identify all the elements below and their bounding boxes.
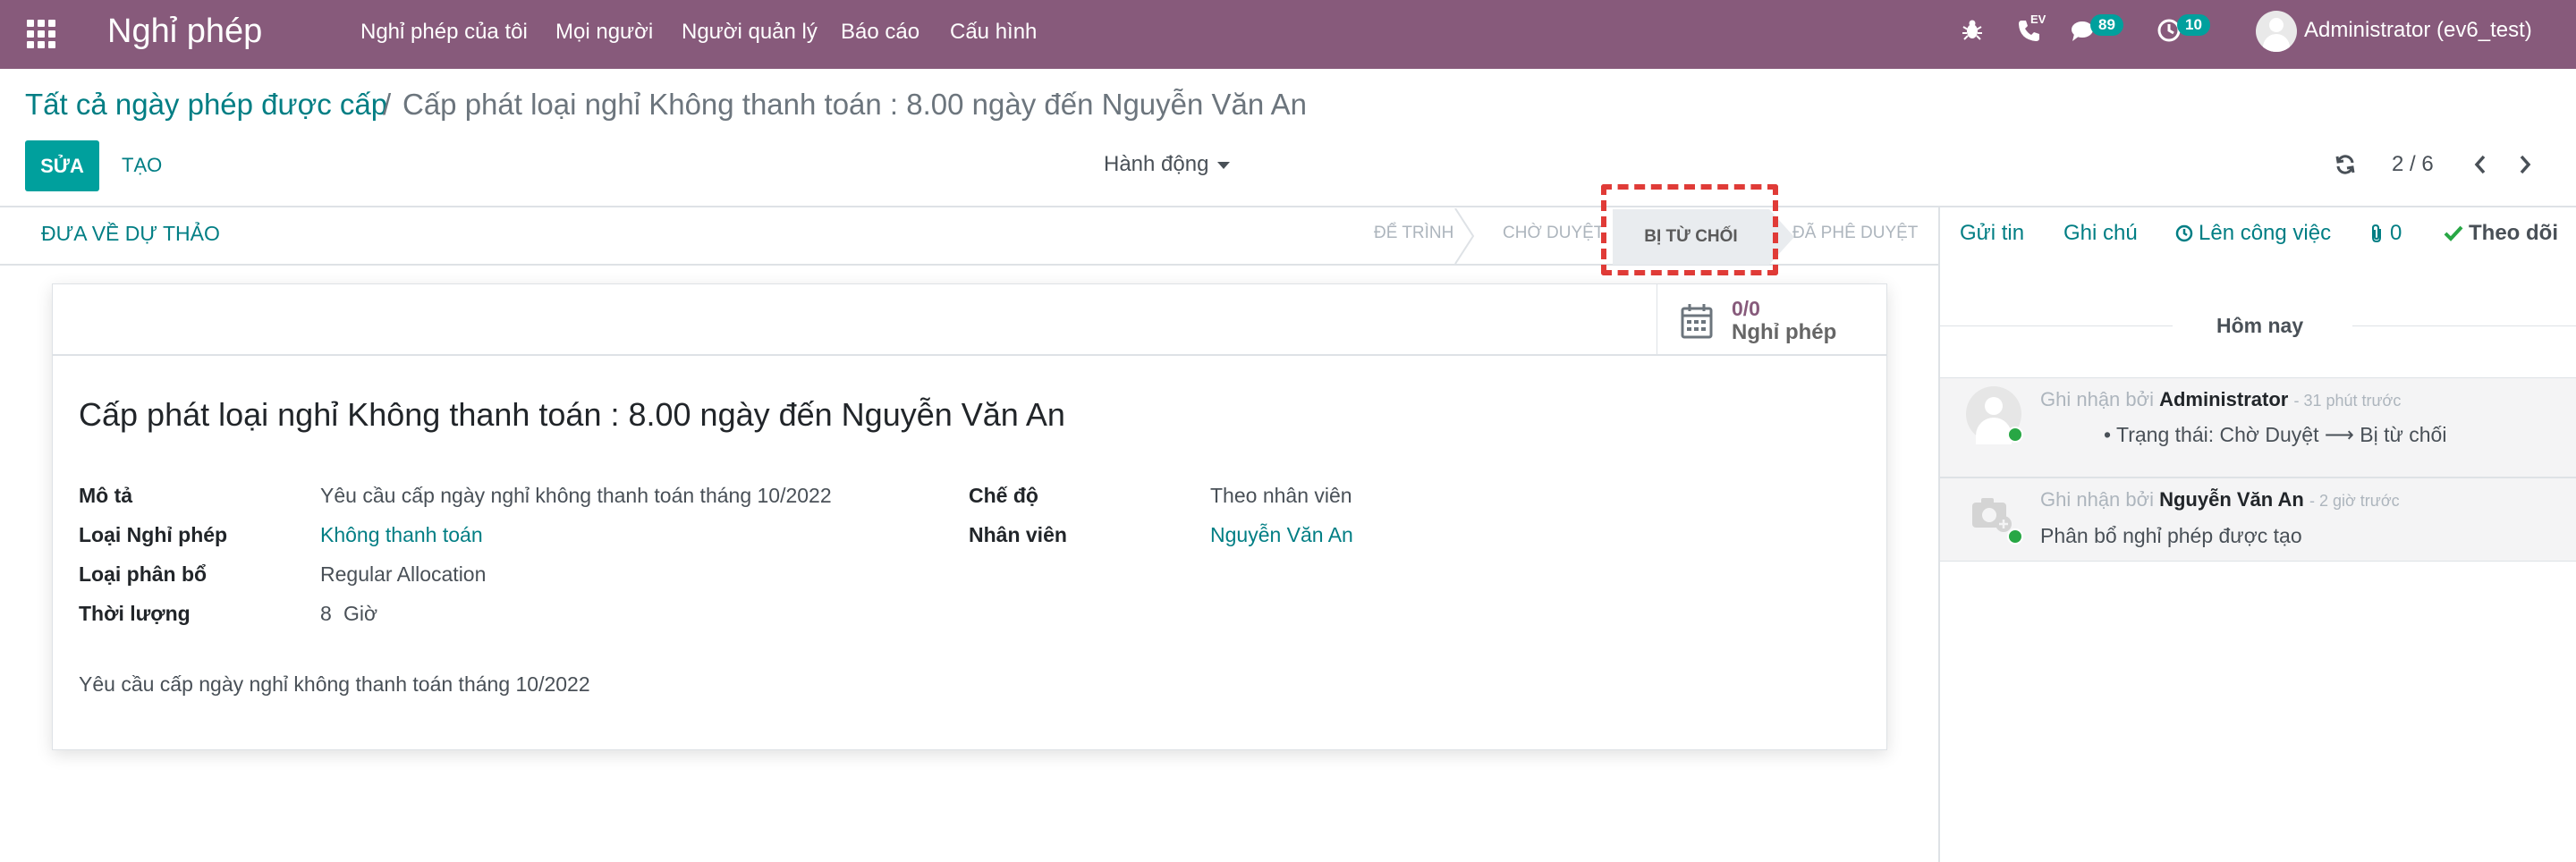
bug-icon[interactable] xyxy=(1962,18,1983,41)
check-icon xyxy=(2444,225,2463,241)
user-menu[interactable]: Administrator (ev6_test) xyxy=(2304,18,2532,43)
apps-grid-icon[interactable] xyxy=(27,20,55,48)
log-note-button[interactable]: Ghi chú xyxy=(2063,221,2138,246)
actions-label: Hành động xyxy=(1104,152,1209,176)
breadcrumb-current: Cấp phát loại nghỉ Không thanh toán : 8.… xyxy=(402,88,1307,121)
menu-managers[interactable]: Người quản lý xyxy=(682,20,818,45)
field-label-employee: Nhân viên xyxy=(969,523,1067,546)
attachments-count-button[interactable]: 0 xyxy=(2390,221,2402,246)
time-off-count: 0/0 xyxy=(1732,297,1760,320)
allocation-title: Cấp phát loại nghỉ Không thanh toán : 8.… xyxy=(79,396,1065,433)
time-off-label: Nghỉ phép xyxy=(1732,320,1837,344)
top-navbar: Nghỉ phép Nghỉ phép của tôi Mọi người Ng… xyxy=(0,0,2576,69)
activities-count-badge: 10 xyxy=(2177,14,2210,36)
messages-count-badge: 89 xyxy=(2090,14,2123,36)
phone-label: EV xyxy=(2030,13,2046,26)
calendar-icon xyxy=(1681,304,1713,339)
refresh-icon[interactable] xyxy=(2334,154,2356,175)
menu-reports[interactable]: Báo cáo xyxy=(841,20,919,45)
edit-button[interactable]: SỬA xyxy=(25,140,99,191)
date-separator-line-left xyxy=(1940,325,2173,326)
chevron-right-icon[interactable] xyxy=(2517,154,2533,175)
message-author[interactable]: Administrator xyxy=(2159,388,2288,410)
button-box xyxy=(53,284,1886,356)
field-label-allocation-type: Loại phân bổ xyxy=(79,562,208,586)
user-avatar[interactable] xyxy=(2256,11,2297,52)
message-meta: Ghi nhận bởi Administrator - 31 phút trư… xyxy=(2040,388,2402,410)
actions-dropdown[interactable]: Hành động xyxy=(1104,152,1231,177)
field-value-leave-type[interactable]: Không thanh toán xyxy=(320,523,483,547)
stage-separator xyxy=(1454,208,1475,264)
create-button[interactable]: TẠO xyxy=(122,154,162,177)
date-separator: Hôm nay xyxy=(2216,314,2304,337)
camera-icon xyxy=(1972,498,2012,532)
field-value-description: Yêu cầu cấp ngày nghỉ không thanh toán t… xyxy=(320,484,832,507)
menu-my-time-off[interactable]: Nghỉ phép của tôi xyxy=(360,20,528,45)
stage-approved[interactable]: ĐÃ PHÊ DUYỆT xyxy=(1792,224,1918,243)
message-author[interactable]: Nguyễn Văn An xyxy=(2159,488,2304,511)
tracking-value: • Trạng thái: Chờ Duyệt ⟶ Bị từ chối xyxy=(2104,423,2447,446)
field-label-mode: Chế độ xyxy=(969,484,1038,507)
caret-down-icon xyxy=(1217,161,1231,169)
pager-value[interactable]: 2 / 6 xyxy=(2392,152,2434,177)
follow-button[interactable]: Theo dõi xyxy=(2469,221,2558,246)
field-value-allocation-type: Regular Allocation xyxy=(320,562,487,586)
online-status-dot xyxy=(2007,427,2023,443)
app-title[interactable]: Nghỉ phép xyxy=(107,13,262,51)
menu-configuration[interactable]: Cấu hình xyxy=(950,20,1037,45)
date-separator-line-right xyxy=(2352,325,2576,326)
stage-to-submit[interactable]: ĐỂ TRÌNH xyxy=(1374,224,1453,243)
paperclip-icon xyxy=(2372,224,2381,243)
message-meta: Ghi nhận bởi Nguyễn Văn An - 2 giờ trước xyxy=(2040,488,2400,511)
field-value-employee[interactable]: Nguyễn Văn An xyxy=(1210,523,1353,547)
breadcrumb-parent[interactable]: Tất cả ngày phép được cấp xyxy=(25,88,387,122)
online-status-dot xyxy=(2007,528,2023,545)
send-message-button[interactable]: Gửi tin xyxy=(1960,221,2024,246)
chevron-left-icon[interactable] xyxy=(2472,154,2488,175)
schedule-activity-button[interactable]: Lên công việc xyxy=(2199,221,2331,246)
field-value-duration: 8 xyxy=(320,602,332,625)
annotation-highlight-box xyxy=(1601,184,1778,275)
breadcrumb-separator: / xyxy=(383,88,392,121)
message-body: Phân bổ nghỉ phép được tạo xyxy=(2040,524,2302,547)
clock-icon xyxy=(2175,224,2193,242)
notes-text: Yêu cầu cấp ngày nghỉ không thanh toán t… xyxy=(79,672,590,696)
field-label-duration: Thời lượng xyxy=(79,602,191,625)
field-label-leave-type: Loại Nghỉ phép xyxy=(79,523,228,546)
menu-everyone[interactable]: Mọi người xyxy=(555,20,653,45)
field-unit-duration: Giờ xyxy=(343,602,378,625)
field-value-mode: Theo nhân viên xyxy=(1210,484,1352,507)
field-label-description: Mô tả xyxy=(79,484,133,507)
stage-to-approve[interactable]: CHỜ DUYỆT xyxy=(1503,224,1604,243)
reset-to-draft-button[interactable]: ĐƯA VỀ DỰ THẢO xyxy=(41,222,220,246)
